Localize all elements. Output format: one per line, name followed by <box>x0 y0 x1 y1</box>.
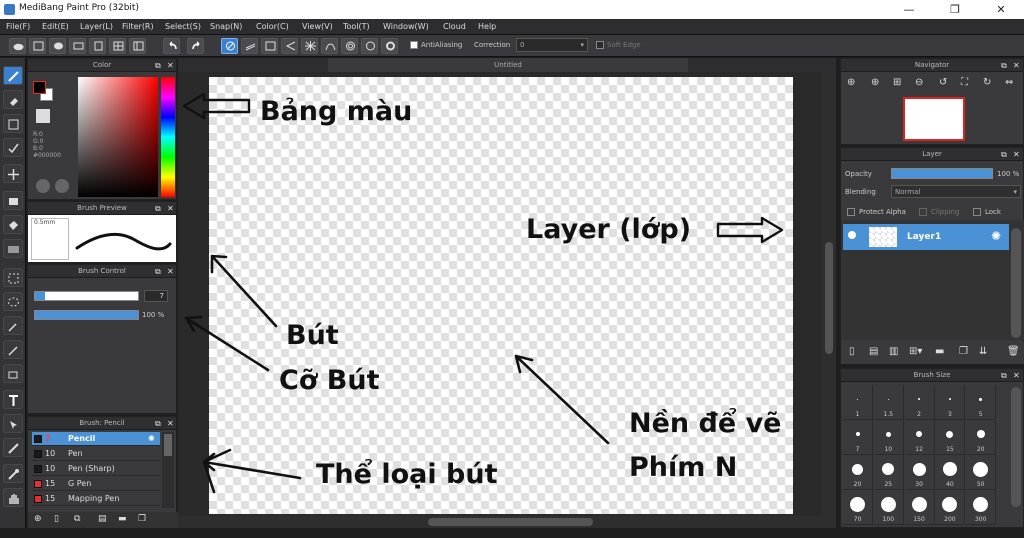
annotation-pen-type: Thể loại bút <box>316 459 498 490</box>
arrow-pen-size <box>184 315 270 372</box>
annotation-arrows <box>182 92 784 494</box>
arrow-canvas <box>514 354 610 445</box>
arrow-color-table <box>182 92 251 120</box>
annotation-pen-size: Cỡ Bút <box>279 365 380 396</box>
annotation-layer: Layer (lớp) <box>526 214 692 245</box>
annotation-pen: Bút <box>286 320 339 351</box>
arrow-pen-type <box>202 448 302 494</box>
annotation-canvas: Nền để vẽ <box>629 408 782 439</box>
annotation-color-table: Bảng màu <box>260 96 413 127</box>
arrow-layer <box>716 216 784 244</box>
arrow-pen <box>210 254 278 328</box>
annotation-key: Phím N <box>629 452 738 483</box>
